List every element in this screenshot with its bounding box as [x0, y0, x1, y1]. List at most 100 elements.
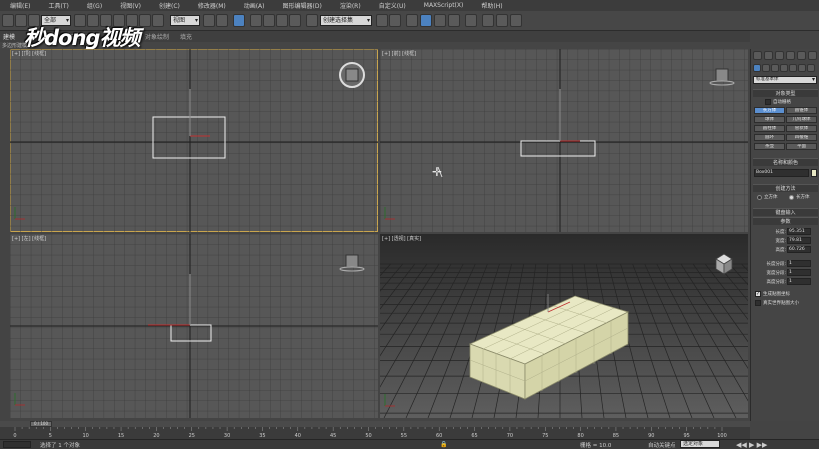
- height-field[interactable]: 60.726: [787, 246, 811, 253]
- viewport-perspective[interactable]: [+] [透视] [真实]: [380, 234, 748, 418]
- lock-icon[interactable]: 🔒: [440, 441, 447, 448]
- teapot-button[interactable]: 茶壶: [754, 143, 785, 150]
- menu-animation[interactable]: 动画(A): [234, 1, 273, 10]
- angle-snap-icon[interactable]: [263, 14, 275, 27]
- viewport-left-label[interactable]: [+] [左] [线框]: [12, 235, 46, 242]
- menu-edit[interactable]: 编辑(E): [0, 1, 38, 10]
- length-segs-field[interactable]: 1: [787, 260, 811, 267]
- modify-tab-icon[interactable]: [764, 51, 773, 60]
- keyboard-shortcut-icon[interactable]: [233, 14, 245, 27]
- length-label: 长度:: [775, 230, 786, 235]
- viewport-top-label[interactable]: [+] [顶] [线框]: [12, 50, 46, 57]
- geometry-icon[interactable]: [753, 64, 761, 72]
- lights-icon[interactable]: [771, 64, 779, 72]
- menu-group[interactable]: 组(G): [77, 1, 110, 10]
- create-tab-icon[interactable]: [753, 51, 762, 60]
- menu-modifiers[interactable]: 修改器(M): [188, 1, 234, 10]
- hierarchy-tab-icon[interactable]: [775, 51, 784, 60]
- geosphere-button[interactable]: 几何球体: [786, 116, 817, 123]
- select-manipulate-icon[interactable]: [216, 14, 228, 27]
- edit-named-selection-icon[interactable]: [306, 14, 318, 27]
- ribbon-tab-modeling[interactable]: 建模: [3, 32, 15, 41]
- utilities-tab-icon[interactable]: [808, 51, 817, 60]
- viewport-left[interactable]: [+] [左] [线框]: [10, 234, 378, 418]
- keyboard-entry-rollout[interactable]: 键盘输入: [753, 208, 818, 216]
- material-editor-icon[interactable]: [465, 14, 477, 27]
- spacewarps-icon[interactable]: [798, 64, 806, 72]
- curve-editor-icon[interactable]: [434, 14, 446, 27]
- ribbon-tab-object-paint[interactable]: 对象绘制: [145, 32, 169, 41]
- menu-views[interactable]: 视图(V): [110, 1, 149, 10]
- schematic-view-icon[interactable]: [448, 14, 460, 27]
- creation-method-rollout[interactable]: 创建方法: [753, 184, 818, 192]
- shapes-icon[interactable]: [762, 64, 770, 72]
- reference-coord-dropdown[interactable]: 视图: [170, 15, 200, 26]
- viewcube-icon[interactable]: [345, 254, 359, 268]
- gen-uv-checkbox[interactable]: ✓: [755, 291, 761, 297]
- object-type-rollout[interactable]: 对象类型: [753, 89, 818, 97]
- viewport-perspective-label[interactable]: [+] [透视] [真实]: [382, 235, 421, 242]
- name-color-rollout[interactable]: 名称和颜色: [753, 158, 818, 166]
- length-field[interactable]: 95.351: [787, 228, 811, 235]
- scale-icon[interactable]: [152, 14, 164, 27]
- viewcube-icon[interactable]: [715, 68, 729, 82]
- menu-graph-editors[interactable]: 图形编辑器(D): [273, 1, 330, 10]
- mirror-icon[interactable]: [376, 14, 388, 27]
- named-selection-set-dropdown[interactable]: 创建选择集: [320, 15, 372, 26]
- cameras-icon[interactable]: [780, 64, 788, 72]
- primitive-type-dropdown[interactable]: 标准基本体: [753, 76, 817, 84]
- selected-dropdown[interactable]: 选定对象: [680, 440, 720, 448]
- undo-icon[interactable]: [2, 14, 14, 27]
- snap-icon[interactable]: [250, 14, 262, 27]
- cone-button[interactable]: 圆锥体: [786, 107, 817, 114]
- ribbon-icon[interactable]: [420, 14, 432, 27]
- render-setup-icon[interactable]: [482, 14, 494, 27]
- width-field[interactable]: 79.81: [787, 237, 811, 244]
- rotate-icon[interactable]: [139, 14, 151, 27]
- box-radio[interactable]: [789, 195, 794, 200]
- menu-bar: 编辑(E) 工具(T) 组(G) 视图(V) 创建(C) 修改器(M) 动画(A…: [0, 0, 819, 11]
- ribbon-tab-populate[interactable]: 填充: [180, 32, 192, 41]
- timeline-tick-label: 85: [613, 433, 619, 438]
- torus-button[interactable]: 圆环: [754, 134, 785, 141]
- menu-create[interactable]: 创建(C): [149, 1, 188, 10]
- sphere-button[interactable]: 球体: [754, 116, 785, 123]
- motion-tab-icon[interactable]: [786, 51, 795, 60]
- render-icon[interactable]: [510, 14, 522, 27]
- maxscript-listener-field[interactable]: [3, 441, 31, 448]
- auto-key-button[interactable]: 自动关键点: [648, 441, 676, 449]
- pivot-icon[interactable]: [203, 14, 215, 27]
- real-world-checkbox[interactable]: [755, 300, 761, 306]
- cube-radio[interactable]: [757, 195, 762, 200]
- viewport-front[interactable]: [+] [前] [线框] ✛: [380, 49, 748, 232]
- viewport-top[interactable]: [+] [顶] [线框]: [10, 49, 378, 232]
- autogrid-checkbox[interactable]: [765, 99, 771, 105]
- menu-tools[interactable]: 工具(T): [38, 1, 76, 10]
- status-message: 选择了 1 个对象: [40, 443, 80, 449]
- tube-button[interactable]: 管状体: [786, 125, 817, 132]
- menu-rendering[interactable]: 渲染(R): [330, 1, 369, 10]
- parameters-rollout[interactable]: 参数: [753, 217, 818, 225]
- rendered-frame-icon[interactable]: [496, 14, 508, 27]
- plane-button[interactable]: 平面: [786, 143, 817, 150]
- height-segs-field[interactable]: 1: [787, 278, 811, 285]
- menu-maxscript[interactable]: MAXScript(X): [414, 2, 472, 9]
- cylinder-button[interactable]: 圆柱体: [754, 125, 785, 132]
- pyramid-button[interactable]: 四棱锥: [786, 134, 817, 141]
- display-tab-icon[interactable]: [797, 51, 806, 60]
- timeline-tick-label: 5: [49, 433, 52, 438]
- play-controls-icon[interactable]: ◀◀ ▶ ▶▶: [736, 441, 767, 449]
- systems-icon[interactable]: [807, 64, 815, 72]
- box-button[interactable]: 长方体: [754, 107, 785, 114]
- menu-help[interactable]: 帮助(H): [471, 1, 510, 10]
- menu-customize[interactable]: 自定义(U): [369, 1, 414, 10]
- viewport-front-label[interactable]: [+] [前] [线框]: [382, 50, 416, 57]
- percent-snap-icon[interactable]: [276, 14, 288, 27]
- object-color-swatch[interactable]: [811, 169, 817, 177]
- layer-manager-icon[interactable]: [406, 14, 418, 27]
- object-name-field[interactable]: Box001: [754, 169, 809, 177]
- align-icon[interactable]: [389, 14, 401, 27]
- spinner-snap-icon[interactable]: [289, 14, 301, 27]
- width-segs-field[interactable]: 1: [787, 269, 811, 276]
- helpers-icon[interactable]: [789, 64, 797, 72]
